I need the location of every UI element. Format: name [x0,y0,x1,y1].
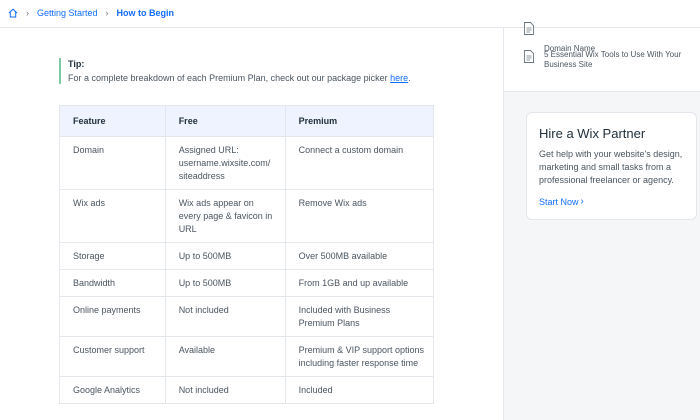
cell-free: Up to 500MB [164,269,286,297]
article-main: Tip: For a complete breakdown of each Pr… [0,28,503,420]
cell-free: Not included [164,296,286,337]
chevron-right-icon: › [580,196,584,207]
column-header-feature: Feature [59,105,166,137]
table-row: Bandwidth Up to 500MB From 1GB and up av… [59,269,435,297]
related-article-title: 5 Essential Wix Tools to Use With Your B… [544,50,682,69]
table-row: Customer support Available Premium & VIP… [59,336,435,377]
cell-feature: Domain [59,136,166,190]
start-now-link[interactable]: Start Now › [539,196,584,207]
cell-premium: Remove Wix ads [284,189,435,243]
table-row: Google Analytics Not included Included [59,376,435,404]
table-row: Domain Assigned URL: username.wixsite.co… [59,136,435,190]
cell-premium: Included with Business Premium Plans [284,296,435,337]
tip-title: Tip: [68,59,85,69]
cell-feature: Storage [59,242,166,270]
column-header-free: Free [164,105,286,137]
cell-free: Wix ads appear on every page & favicon i… [164,189,286,243]
document-icon [524,50,534,63]
partner-card-title: Hire a Wix Partner [539,126,646,141]
cell-feature: Customer support [59,336,166,377]
start-now-label: Start Now [539,196,579,207]
column-header-premium: Premium [284,105,435,137]
document-icon [524,22,534,35]
cell-free: Not included [164,376,286,404]
cell-feature: Google Analytics [59,376,166,404]
breadcrumb-item-getting-started[interactable]: Getting Started [37,8,98,18]
tip-text-after: . [408,73,411,83]
table-row: Storage Up to 500MB Over 500MB available [59,242,435,270]
cell-premium: Over 500MB available [284,242,435,270]
tip-box: Tip: For a complete breakdown of each Pr… [59,58,411,84]
right-sidebar: Domain Name 5 Essential Wix Tools to Use… [503,22,700,420]
table-row: Wix ads Wix ads appear on every page & f… [59,189,435,243]
package-picker-link[interactable]: here [390,73,408,83]
plans-comparison-table: Feature Free Premium Domain Assigned URL… [59,105,435,404]
breadcrumb: › Getting Started › How to Begin [8,8,174,18]
cell-premium: From 1GB and up available [284,269,435,297]
home-icon[interactable] [8,8,18,18]
cell-feature: Wix ads [59,189,166,243]
cell-feature: Bandwidth [59,269,166,297]
cell-free: Up to 500MB [164,242,286,270]
cell-premium: Included [284,376,435,404]
tip-text-before: For a complete breakdown of each Premium… [68,73,391,83]
related-articles: Domain Name 5 Essential Wix Tools to Use… [504,22,700,92]
chevron-right-icon: › [26,8,29,18]
partner-card-text: Get help with your website's design, mar… [539,149,683,185]
cell-free: Available [164,336,286,377]
hire-partner-card: Hire a Wix Partner Get help with your we… [526,112,697,220]
cell-premium: Connect a custom domain [284,136,435,190]
cell-free: Assigned URL: username.wixsite.com/ site… [164,136,286,190]
table-row: Online payments Not included Included wi… [59,296,435,337]
tip-text: For a complete breakdown of each Premium… [68,72,411,84]
cell-feature: Online payments [59,296,166,337]
table-header-row: Feature Free Premium [59,105,435,137]
chevron-right-icon: › [105,8,109,18]
cell-premium: Premium & VIP support options including … [284,336,435,377]
related-article-item[interactable]: 5 Essential Wix Tools to Use With Your B… [524,50,684,70]
breadcrumb-item-how-to-begin[interactable]: How to Begin [117,8,175,18]
